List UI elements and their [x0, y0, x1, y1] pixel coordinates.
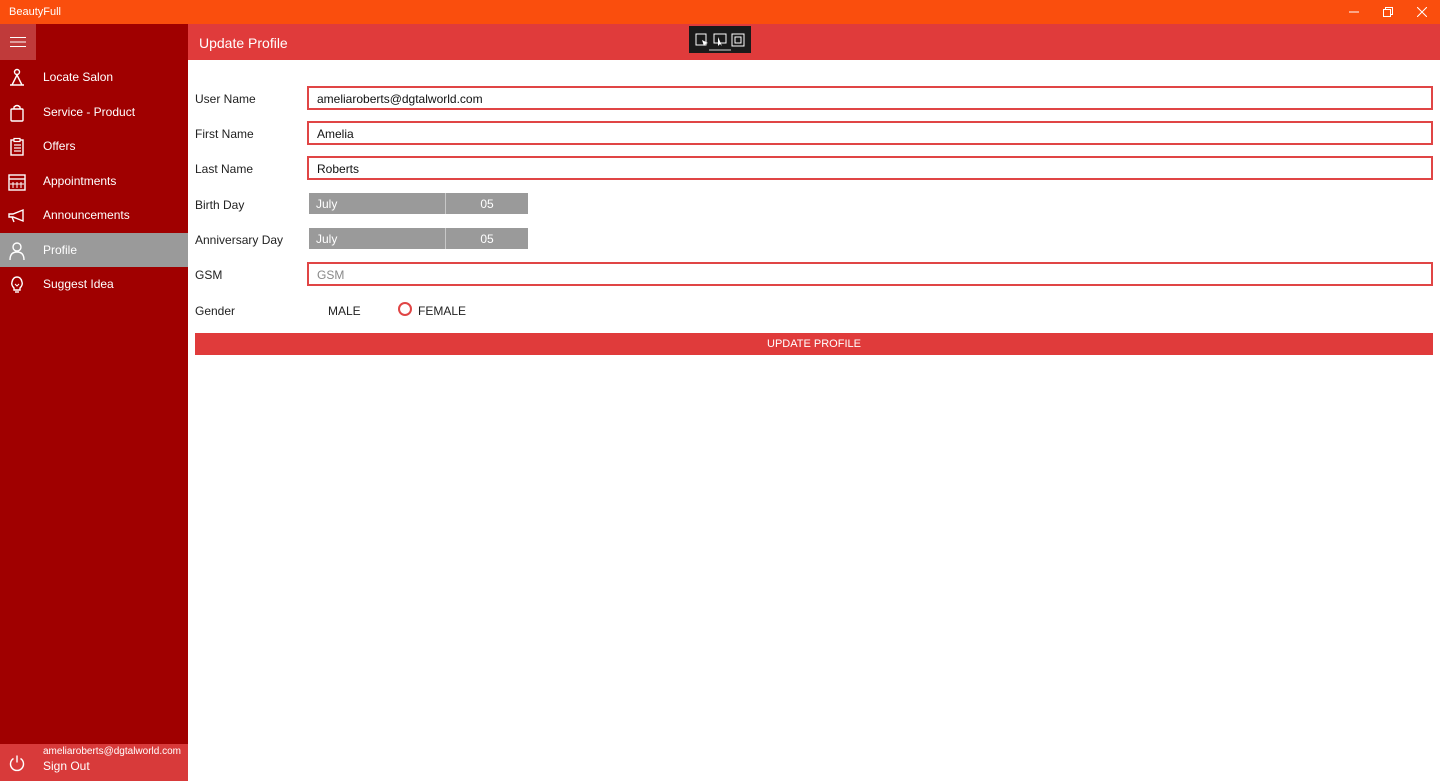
gender-option-female[interactable]: FEMALE — [418, 304, 466, 318]
hamburger-menu-button[interactable] — [0, 24, 36, 60]
first-name-field[interactable]: Amelia — [307, 121, 1433, 145]
sign-out-button[interactable]: ameliaroberts@dgtalworld.com Sign Out — [0, 744, 188, 781]
birthday-label: Birth Day — [195, 198, 245, 212]
close-icon — [1417, 7, 1427, 17]
sidebar-item-label: Profile — [43, 242, 78, 257]
page-header: Update Profile — [188, 24, 1440, 60]
layout-bounds-icon[interactable] — [731, 33, 745, 47]
app-title: BeautyFull — [9, 6, 61, 18]
page-title: Update Profile — [199, 35, 288, 51]
debug-toolbar — [689, 26, 751, 53]
megaphone-icon — [8, 208, 24, 223]
restore-button[interactable] — [1371, 0, 1405, 24]
gender-label: Gender — [195, 304, 236, 318]
sidebar-item-announcements[interactable]: Announcements — [0, 198, 188, 233]
gsm-label: GSM — [195, 268, 223, 282]
user-email: ameliaroberts@dgtalworld.com — [43, 746, 181, 757]
sidebar-item-locate-salon[interactable]: Locate Salon — [0, 60, 188, 95]
minimize-button[interactable] — [1337, 0, 1371, 24]
sign-out-label: Sign Out — [43, 759, 90, 773]
birthday-date-picker[interactable]: July 05 — [309, 193, 528, 214]
toolbar-grip[interactable] — [709, 49, 731, 51]
minimize-icon — [1349, 11, 1359, 13]
sidebar-item-label: Announcements — [43, 208, 130, 222]
lightbulb-icon — [11, 276, 23, 293]
sidebar-item-label: Suggest Idea — [43, 277, 114, 291]
select-element-icon[interactable] — [695, 33, 709, 47]
calendar-icon — [8, 173, 26, 191]
sidebar-item-label: Locate Salon — [43, 70, 114, 84]
title-bar: BeautyFull — [0, 0, 1440, 24]
hamburger-icon — [10, 37, 26, 47]
pointer-select-icon[interactable] — [713, 33, 727, 47]
sidebar-item-appointments[interactable]: Appointments — [0, 164, 188, 199]
anniversary-month[interactable]: July — [309, 228, 446, 249]
sidebar-item-profile[interactable]: Profile — [0, 232, 188, 267]
shopping-bag-icon — [10, 104, 24, 122]
update-profile-button[interactable]: UPDATE PROFILE — [195, 333, 1433, 355]
sidebar-item-label: Service - Product — [43, 104, 136, 119]
power-icon — [9, 755, 25, 772]
anniversary-date-picker[interactable]: July 05 — [309, 228, 528, 249]
close-button[interactable] — [1405, 0, 1439, 24]
username-field[interactable]: ameliaroberts@dgtalworld.com — [307, 86, 1433, 110]
sidebar-nav: Locate Salon Service - Product Offers Ap… — [0, 60, 188, 302]
gender-option-male[interactable]: MALE — [328, 304, 361, 318]
anniversary-label: Anniversary Day — [195, 233, 284, 247]
sidebar-item-label: Appointments — [43, 173, 117, 188]
sidebar-item-suggest-idea[interactable]: Suggest Idea — [0, 267, 188, 302]
sidebar-item-label: Offers — [43, 139, 76, 153]
first-name-label: First Name — [195, 127, 254, 141]
last-name-label: Last Name — [195, 162, 254, 176]
sidebar: Locate Salon Service - Product Offers Ap… — [0, 24, 188, 781]
person-icon — [9, 241, 25, 260]
gender-radio-female[interactable] — [398, 302, 412, 316]
clipboard-list-icon — [10, 137, 24, 156]
sidebar-item-service-product[interactable]: Service - Product — [0, 95, 188, 130]
anniversary-day[interactable]: 05 — [446, 228, 528, 249]
sidebar-item-offers[interactable]: Offers — [0, 129, 188, 164]
last-name-field[interactable]: Roberts — [307, 156, 1433, 180]
gsm-field[interactable]: GSM — [307, 262, 1433, 286]
birthday-month[interactable]: July — [309, 193, 446, 214]
username-label: User Name — [195, 92, 256, 106]
restore-icon — [1383, 7, 1393, 17]
location-pin-icon — [10, 68, 24, 86]
birthday-day[interactable]: 05 — [446, 193, 528, 214]
